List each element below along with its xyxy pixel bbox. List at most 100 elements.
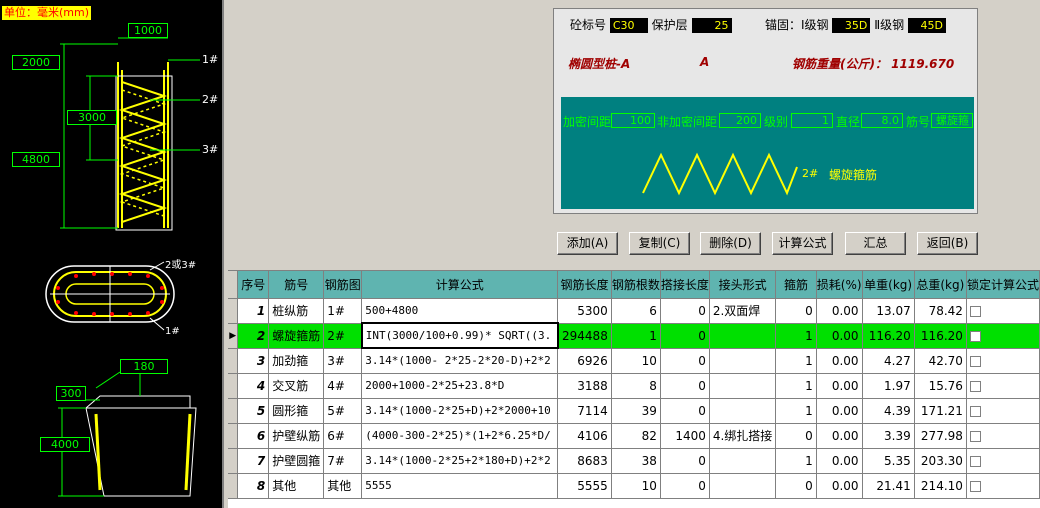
table-cell[interactable]: 2#: [323, 323, 363, 349]
table-cell[interactable]: 214.10: [914, 473, 967, 499]
row-indicator[interactable]: [228, 298, 239, 324]
table-cell[interactable]: 5555: [557, 473, 612, 499]
table-cell[interactable]: 6926: [557, 348, 612, 374]
table-cell[interactable]: 0: [775, 473, 817, 499]
table-cell[interactable]: 4.39: [862, 398, 915, 424]
column-header[interactable]: 接头形式: [709, 271, 777, 299]
table-cell[interactable]: 1: [775, 323, 817, 349]
table-cell[interactable]: 1: [775, 373, 817, 399]
table-cell[interactable]: 其他: [323, 473, 363, 499]
table-cell[interactable]: 3.14*(1000-2*25+2*180+D)+2*2: [361, 448, 559, 474]
table-cell[interactable]: [709, 473, 777, 499]
lock-formula-cell[interactable]: [966, 398, 1040, 424]
table-cell[interactable]: 护壁圆箍: [268, 448, 325, 474]
table-cell[interactable]: 4.27: [862, 348, 915, 374]
table-cell[interactable]: 桩纵筋: [268, 298, 325, 324]
table-cell[interactable]: 42.70: [914, 348, 967, 374]
copy-button[interactable]: 复制(C): [629, 232, 690, 255]
table-cell[interactable]: 5300: [557, 298, 612, 324]
table-cell[interactable]: 0.00: [816, 473, 863, 499]
table-cell[interactable]: 0: [660, 473, 710, 499]
table-cell[interactable]: 3.14*(1000- 2*25-2*20-D)+2*2: [361, 348, 559, 374]
column-header[interactable]: 筋号: [268, 271, 325, 299]
table-cell[interactable]: 3: [237, 348, 270, 374]
lock-formula-cell[interactable]: [966, 423, 1040, 449]
table-cell[interactable]: 1: [611, 323, 661, 349]
table-cell[interactable]: 2.双面焊: [709, 298, 777, 324]
anchor2-field[interactable]: 45D: [907, 18, 946, 33]
table-cell[interactable]: 护壁纵筋: [268, 423, 325, 449]
table-cell[interactable]: 加劲箍: [268, 348, 325, 374]
table-cell[interactable]: 38: [611, 448, 661, 474]
table-cell[interactable]: 0.00: [816, 298, 863, 324]
table-row[interactable]: ▶ 2 螺旋箍筋 2# INT(3000/100+0.99)* SQRT((3. 2944…: [228, 322, 1040, 349]
table-cell[interactable]: 0.00: [816, 323, 863, 349]
table-cell[interactable]: 0: [775, 298, 817, 324]
table-row[interactable]: 1 桩纵筋 1# 500+4800 5300 6 0 2.双面焊 0 0.00 13.07 78.42: [228, 298, 1040, 324]
table-cell[interactable]: [709, 323, 777, 349]
table-row[interactable]: 7 护壁圆箍 7# 3.14*(1000-2*25+2*180+D)+2*2 8683 3…: [228, 448, 1040, 474]
back-button[interactable]: 返回(B): [917, 232, 978, 255]
column-header[interactable]: 锁定计算公式: [966, 271, 1040, 299]
column-header[interactable]: 计算公式: [361, 271, 559, 299]
table-cell[interactable]: 0: [660, 373, 710, 399]
table-cell[interactable]: 8: [611, 373, 661, 399]
lock-formula-checkbox[interactable]: [969, 480, 981, 492]
table-cell[interactable]: 5: [237, 398, 270, 424]
lock-formula-checkbox[interactable]: [969, 380, 981, 392]
table-cell[interactable]: 0.00: [816, 348, 863, 374]
table-cell[interactable]: 15.76: [914, 373, 967, 399]
table-row[interactable]: 5 圆形箍 5# 3.14*(1000-2*25+D)+2*2000+10 7114 39…: [228, 398, 1040, 424]
grade-field[interactable]: 1: [791, 113, 833, 128]
table-cell[interactable]: 500+4800: [361, 298, 559, 324]
barno-field[interactable]: 螺旋箍: [931, 113, 973, 128]
table-cell[interactable]: 1: [775, 348, 817, 374]
diameter-field[interactable]: 8.0: [861, 113, 903, 128]
row-indicator[interactable]: [228, 398, 239, 424]
table-cell[interactable]: 203.30: [914, 448, 967, 474]
lock-formula-cell[interactable]: [966, 373, 1040, 399]
lock-formula-checkbox[interactable]: [969, 305, 981, 317]
lock-formula-checkbox[interactable]: [969, 430, 981, 442]
table-cell[interactable]: 39: [611, 398, 661, 424]
table-cell[interactable]: 螺旋箍筋: [268, 323, 325, 349]
table-cell[interactable]: 4106: [557, 423, 612, 449]
table-cell[interactable]: 0: [660, 398, 710, 424]
table-cell[interactable]: 10: [611, 473, 661, 499]
table-cell[interactable]: 10: [611, 348, 661, 374]
table-cell[interactable]: 1: [775, 398, 817, 424]
table-cell[interactable]: 0: [775, 423, 817, 449]
anchor1-field[interactable]: 35D: [832, 18, 871, 33]
lock-formula-checkbox[interactable]: [969, 455, 981, 467]
table-cell[interactable]: [709, 348, 777, 374]
table-cell[interactable]: 6#: [323, 423, 363, 449]
table-cell[interactable]: 2: [237, 323, 270, 349]
row-indicator[interactable]: [228, 373, 239, 399]
column-header[interactable]: 搭接长度: [660, 271, 710, 299]
table-cell[interactable]: 交叉筋: [268, 373, 325, 399]
dense-field[interactable]: 100: [611, 113, 655, 128]
table-cell[interactable]: 0: [660, 323, 710, 349]
row-indicator[interactable]: [228, 473, 239, 499]
table-cell[interactable]: 171.21: [914, 398, 967, 424]
table-row[interactable]: 3 加劲箍 3# 3.14*(1000- 2*25-2*20-D)+2*2 6926 10…: [228, 348, 1040, 374]
lock-formula-cell[interactable]: [966, 448, 1040, 474]
table-cell[interactable]: 5555: [361, 473, 559, 499]
table-cell[interactable]: 294488: [557, 323, 612, 349]
lock-formula-checkbox[interactable]: [969, 405, 981, 417]
lock-formula-cell[interactable]: [966, 298, 1040, 324]
lock-formula-cell[interactable]: [966, 323, 1040, 349]
summary-button[interactable]: 汇总: [845, 232, 906, 255]
cover-field[interactable]: 25: [691, 18, 732, 33]
column-header[interactable]: 序号: [237, 271, 270, 299]
table-cell[interactable]: 3.14*(1000-2*25+D)+2*2000+10: [361, 398, 559, 424]
column-header[interactable]: 钢筋图: [323, 271, 363, 299]
nondense-field[interactable]: 200: [719, 113, 761, 128]
table-cell[interactable]: 1.97: [862, 373, 915, 399]
table-cell[interactable]: 1400: [660, 423, 710, 449]
table-cell[interactable]: 116.20: [862, 323, 915, 349]
lock-formula-cell[interactable]: [966, 348, 1040, 374]
table-cell[interactable]: 1: [775, 448, 817, 474]
table-cell[interactable]: 6: [611, 298, 661, 324]
table-row[interactable]: 8 其他 其他 5555 5555 10 0 0 0.00 21.41 214.10: [228, 473, 1040, 499]
